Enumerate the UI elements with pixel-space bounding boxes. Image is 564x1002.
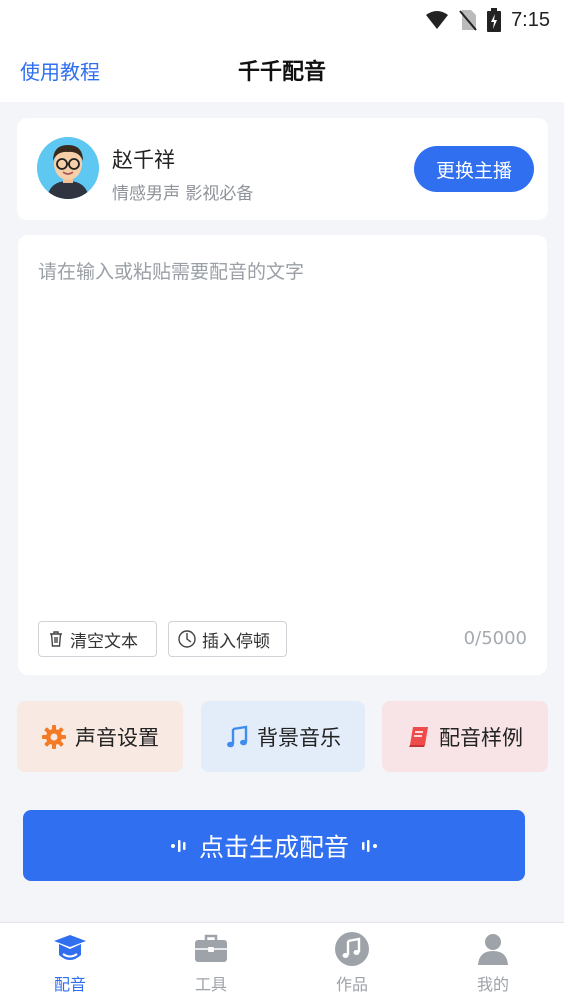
anchor-description: 情感男声 影视必备 (112, 184, 254, 204)
voice-anchor-card: 赵千祥 情感男声 影视必备 更换主播 (17, 118, 548, 220)
tab-tools[interactable]: 工具 (171, 929, 251, 995)
clear-text-button[interactable]: 清空文本 (38, 621, 157, 657)
text-input-placeholder[interactable]: 请在输入或粘贴需要配音的文字 (38, 257, 304, 284)
bottom-tab-bar: 配音 工具 作品 我的 (0, 922, 564, 1002)
clock-icon (178, 630, 196, 648)
wifi-icon (426, 11, 449, 29)
anchor-name: 赵千祥 (112, 148, 175, 172)
battery-charging-icon (487, 8, 502, 32)
toolbox-icon (195, 934, 227, 962)
app-header: 使用教程 千千配音 (0, 40, 564, 102)
voice-samples-button[interactable]: 配音样例 (382, 701, 548, 772)
clock: 7:15 (511, 8, 550, 31)
background-music-label: 背景音乐 (257, 725, 341, 750)
status-bar: 7:15 (0, 0, 564, 40)
avatar (37, 137, 99, 199)
generate-voice-button[interactable]: 点击生成配音 (23, 810, 525, 881)
text-editor[interactable]: 请在输入或粘贴需要配音的文字 清空文本 插入停顿 0/5000 (18, 235, 547, 675)
tab-works[interactable]: 作品 (312, 929, 392, 995)
sound-wave-left-icon (170, 839, 186, 852)
tab-dubbing[interactable]: 配音 (30, 929, 110, 995)
music-note-icon (227, 725, 248, 747)
voice-settings-label: 声音设置 (75, 725, 159, 750)
voice-samples-label: 配音样例 (439, 725, 523, 750)
no-sim-icon (459, 10, 477, 31)
trash-icon (50, 631, 62, 647)
sound-wave-right-icon (362, 839, 377, 852)
mortarboard-icon (54, 935, 86, 960)
gear-icon (42, 724, 66, 749)
user-icon (478, 934, 508, 965)
character-counter: 0/5000 (463, 628, 527, 649)
insert-pause-button[interactable]: 插入停顿 (168, 621, 287, 657)
music-disc-icon (335, 932, 369, 966)
voice-settings-button[interactable]: 声音设置 (17, 701, 183, 772)
clear-text-label: 清空文本 (70, 631, 138, 652)
insert-pause-label: 插入停顿 (202, 631, 270, 652)
tab-works-label: 作品 (335, 975, 368, 994)
background-music-button[interactable]: 背景音乐 (201, 701, 365, 772)
tab-profile-label: 我的 (476, 975, 509, 994)
tab-tools-label: 工具 (194, 975, 227, 994)
switch-anchor-button[interactable]: 更换主播 (414, 146, 534, 192)
generate-voice-label: 点击生成配音 (198, 832, 349, 862)
book-icon (409, 726, 428, 747)
tab-profile[interactable]: 我的 (453, 929, 533, 995)
tab-dubbing-label: 配音 (53, 975, 86, 994)
page-title: 千千配音 (237, 60, 326, 85)
